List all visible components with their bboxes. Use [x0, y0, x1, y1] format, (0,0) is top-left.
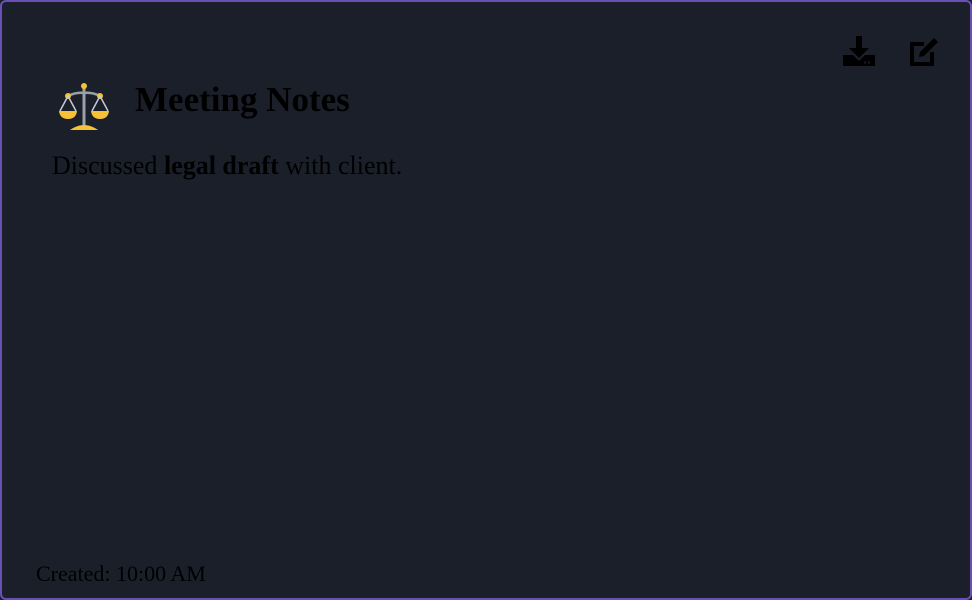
note-title: Meeting Notes: [135, 80, 350, 119]
note-actions: [842, 34, 940, 68]
created-timestamp: Created: 10:00 AM: [36, 561, 206, 586]
note-card: ⚖️ Meeting Notes Discussed legal draft w…: [0, 0, 972, 600]
edit-icon: [910, 38, 938, 66]
scales-emoji-icon: [59, 83, 109, 130]
download-button[interactable]: [842, 34, 876, 68]
body-bold-text: legal draft: [163, 151, 279, 180]
edit-button[interactable]: [906, 34, 940, 68]
download-icon: [843, 36, 875, 66]
note-body: Discussed legal draft with client.: [52, 150, 402, 182]
body-text-end: with client.: [278, 151, 403, 180]
body-text: Discussed: [52, 151, 164, 180]
